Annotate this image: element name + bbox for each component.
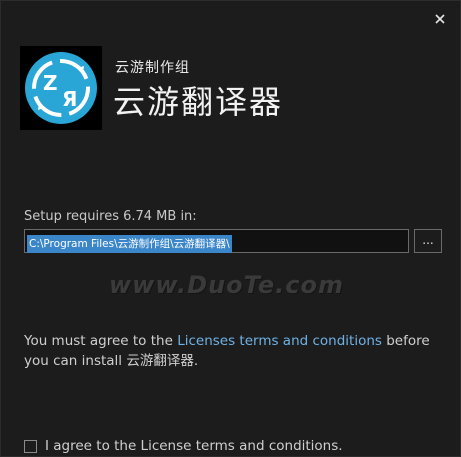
install-path-input[interactable]: C:\Program Files\云游制作组\云游翻译器\ xyxy=(24,229,409,253)
agree-checkbox[interactable] xyxy=(24,439,37,453)
install-size-label: Setup requires 6.74 MB in: xyxy=(24,209,197,224)
logo-letter-latin: Z xyxy=(43,71,58,95)
close-icon[interactable] xyxy=(432,11,448,27)
browse-button[interactable]: ... xyxy=(414,229,442,253)
logo-letter-cyrillic: Я xyxy=(62,87,77,111)
license-link[interactable]: Licenses terms and conditions xyxy=(177,333,382,349)
translate-logo-icon: Z Я xyxy=(25,52,97,124)
watermark: www.DuoTe.com xyxy=(109,271,344,299)
agree-label[interactable]: I agree to the License terms and conditi… xyxy=(45,438,343,454)
app-logo: Z Я xyxy=(20,46,102,130)
agree-row: I agree to the License terms and conditi… xyxy=(24,437,343,455)
license-notice: You must agree to the Licenses terms and… xyxy=(24,331,439,371)
app-title: 云游翻译器 xyxy=(113,83,284,121)
install-path-value: C:\Program Files\云游制作组\云游翻译器\ xyxy=(27,235,232,253)
installer-window: Z Я 云游制作组 云游翻译器 Setup requires 6.74 MB i… xyxy=(0,0,461,457)
publisher-name: 云游制作组 xyxy=(115,60,190,76)
license-prefix: You must agree to the xyxy=(24,333,178,349)
